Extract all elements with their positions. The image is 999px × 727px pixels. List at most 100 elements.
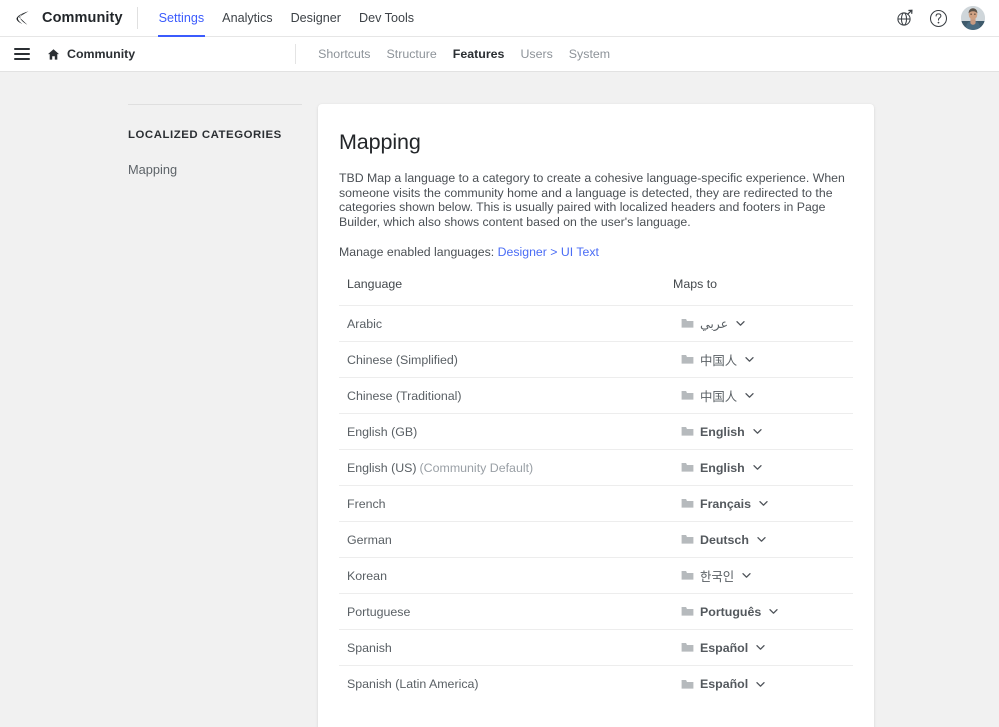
column-header-maps-to: Maps to [673,277,853,307]
maps-to-cell: عربي [673,305,853,343]
help-circle-icon[interactable] [928,8,948,28]
khoros-logo-icon[interactable] [12,7,34,29]
category-selector[interactable]: عربي [681,316,853,331]
maps-to-cell: Português [673,593,853,631]
tab-dev-tools-label: Dev Tools [358,11,415,25]
language-label: Chinese (Traditional) [347,388,462,403]
maps-to-label: Français [700,496,751,511]
language-label: German [347,532,392,547]
secondary-tabs: Shortcuts Structure Features Users Syste… [310,47,618,61]
table-row: Korean 한국인 [339,557,853,595]
chevron-down-icon[interactable] [744,390,755,401]
maps-to-cell: Français [673,485,853,523]
top-navigation-bar: Community Settings Analytics Designer De… [0,0,999,37]
chevron-down-icon[interactable] [752,462,763,473]
language-label: Spanish [347,640,392,655]
tab-analytics[interactable]: Analytics [213,0,281,37]
chevron-down-icon[interactable] [735,318,746,329]
manage-languages-line: Manage enabled languages: Designer > UI … [339,245,853,259]
hamburger-menu-icon[interactable] [14,48,30,60]
subtab-features[interactable]: Features [445,47,513,61]
table-row: Spanish Español [339,629,853,667]
language-name-cell: Portuguese [339,593,673,631]
chevron-down-icon[interactable] [744,354,755,365]
tab-designer-label: Designer [290,11,341,25]
tab-analytics-label: Analytics [222,11,273,25]
sidebar-item-mapping[interactable]: Mapping [128,161,318,179]
maps-to-label: Português [700,604,762,619]
home-icon [47,48,60,61]
maps-to-label: عربي [700,317,729,332]
chevron-down-icon[interactable] [741,570,752,581]
category-selector[interactable]: Español [681,677,853,691]
table-row: English (GB) English [339,413,853,451]
page-title: Mapping [339,130,421,154]
tab-dev-tools[interactable]: Dev Tools [350,0,423,37]
chevron-down-icon[interactable] [755,642,766,653]
subtab-system[interactable]: System [561,47,618,61]
chevron-down-icon[interactable] [756,534,767,545]
maps-to-cell: Español [673,629,853,667]
subtab-structure[interactable]: Structure [379,47,445,61]
manage-languages-prefix: Manage enabled languages: [339,245,495,260]
avatar[interactable] [961,6,985,30]
category-selector[interactable]: Français [681,497,853,511]
maps-to-label: English [700,460,745,475]
chevron-down-icon[interactable] [768,606,779,617]
primary-tabs: Settings Analytics Designer Dev Tools [150,0,423,37]
tab-settings[interactable]: Settings [150,0,214,37]
folder-icon [681,426,694,437]
breadcrumb-home-label: Community [67,47,136,61]
column-header-language: Language [339,277,673,307]
table-row: English (US) (Community Default) English [339,449,853,487]
language-label: English (GB) [347,424,418,439]
folder-icon [681,679,694,690]
chevron-down-icon[interactable] [755,679,766,690]
subbar-divider [295,44,297,64]
tab-settings-label: Settings [158,11,205,25]
maps-to-label: 中国人 [700,389,738,404]
category-selector[interactable]: 中国人 [681,387,853,405]
maps-to-cell: English [673,413,853,451]
folder-icon [681,390,694,401]
language-name-cell: Chinese (Traditional) [339,377,673,415]
category-selector[interactable]: Deutsch [681,533,853,547]
maps-to-label: 中国人 [700,353,738,368]
category-selector[interactable]: English [681,461,853,475]
chevron-down-icon[interactable] [752,426,763,437]
language-name-cell: French [339,485,673,523]
category-selector[interactable]: English [681,425,853,439]
maps-to-cell: 中国人 [673,341,853,379]
mapping-card: Mapping TBD Map a language to a category… [318,104,874,727]
folder-icon [681,498,694,509]
language-name-cell: Spanish [339,629,673,667]
language-label: French [347,496,386,511]
folder-icon [681,354,694,365]
category-selector[interactable]: Español [681,641,853,655]
maps-to-cell: 한국인 [673,557,853,595]
chevron-down-icon[interactable] [758,498,769,509]
language-label: English (US) [347,460,417,475]
globe-external-link-icon[interactable] [895,8,915,28]
maps-to-label: 한국인 [700,569,735,584]
language-name-cell: Korean [339,557,673,595]
table-body: Arabic عربي Chinese (Simplified) 中国人 Chinese… [339,305,853,702]
maps-to-label: English [700,424,745,439]
category-selector[interactable]: Português [681,605,853,619]
designer-ui-text-link[interactable]: Designer > UI Text [498,245,599,259]
language-name-cell: Chinese (Simplified) [339,341,673,379]
table-row: Spanish (Latin America) Español [339,666,853,702]
language-name-cell: German [339,521,673,559]
language-name-cell: English (US) (Community Default) [339,449,673,487]
category-selector[interactable]: 中国人 [681,351,853,369]
language-name-cell: Spanish (Latin America) [339,666,673,702]
breadcrumb-home[interactable]: Community [47,47,135,61]
subtab-shortcuts[interactable]: Shortcuts [310,47,378,61]
subtab-users[interactable]: Users [512,47,560,61]
language-label: Korean [347,568,387,583]
language-label: Spanish (Latin America) [347,677,479,692]
category-selector[interactable]: 한국인 [681,567,853,585]
header-divider [136,7,138,29]
table-row: French Français [339,485,853,523]
tab-designer[interactable]: Designer [282,0,350,37]
